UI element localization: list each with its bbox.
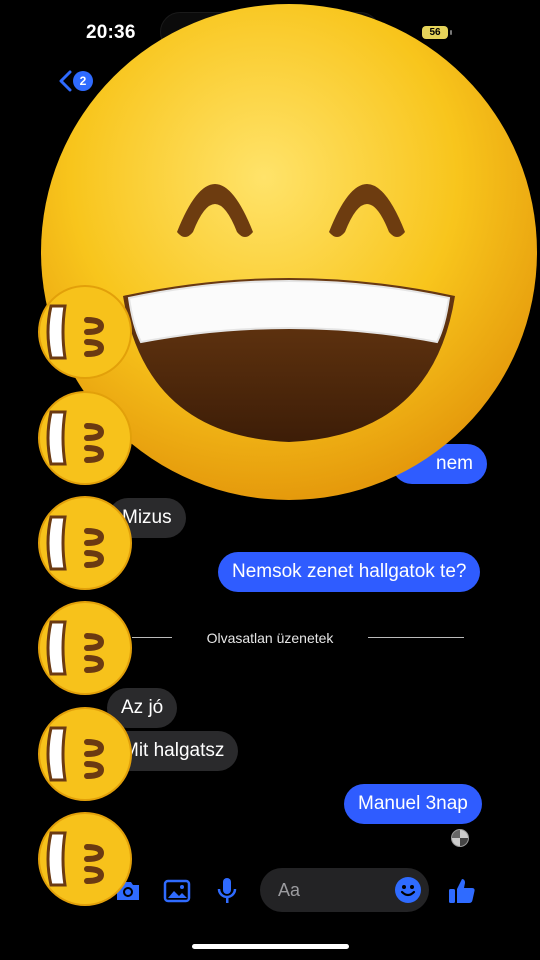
smiley-icon [395,877,421,903]
voice-message-button[interactable] [211,875,243,907]
home-indicator [192,944,349,949]
message-bubble-outgoing[interactable]: Manuel 3nap [344,784,482,824]
thumbs-up-icon [449,879,475,903]
message-bubble-outgoing[interactable]: Nemsok zenet hallgatok te? [218,552,481,592]
divider-line-right [368,637,464,638]
grinning-emoji-icon [38,285,132,379]
like-button[interactable] [446,875,478,907]
message-text: Mit halgatsz [123,740,225,761]
emoji-button[interactable] [392,874,424,906]
unread-divider-label: Olvasatlan üzenetek [206,630,334,646]
gallery-button[interactable] [161,875,193,907]
grinning-emoji-icon [38,496,132,590]
grinning-emoji-icon [38,601,132,695]
message-input-placeholder: Aa [278,880,301,900]
seen-avatar [451,829,469,847]
grinning-emoji-icon [38,707,132,801]
grinning-emoji-icon [38,391,132,485]
microphone-icon [217,878,237,903]
divider-line-left [132,637,172,638]
grinning-emoji-icon [38,812,132,906]
image-icon [163,879,191,903]
message-text: Nemsok zenet hallgatok te? [232,561,467,582]
message-text: Manuel 3nap [358,793,468,814]
